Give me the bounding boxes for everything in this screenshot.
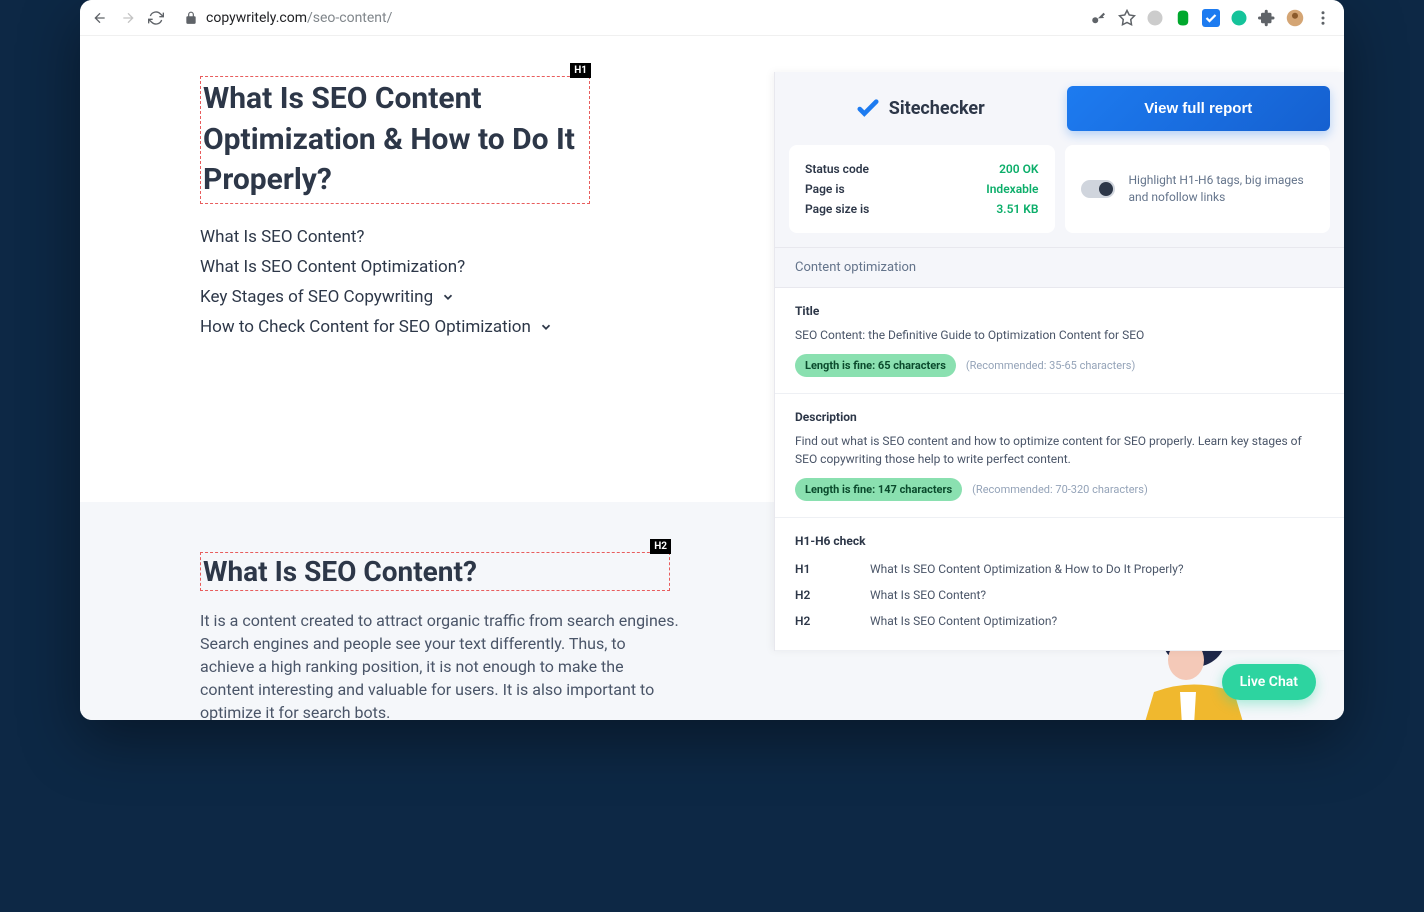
- url-bar[interactable]: copywritely.com/seo-content/: [176, 10, 1078, 26]
- lock-icon: [184, 11, 198, 25]
- highlight-toggle[interactable]: [1081, 180, 1115, 198]
- live-chat-button[interactable]: Live Chat: [1222, 664, 1316, 700]
- desc-length-badge: Length is fine: 147 characters: [795, 478, 962, 501]
- menu-icon[interactable]: [1314, 9, 1332, 27]
- status-value: Indexable: [986, 182, 1038, 196]
- forward-icon[interactable]: [120, 10, 136, 26]
- key-icon[interactable]: [1090, 9, 1108, 27]
- grammarly-icon[interactable]: [1230, 9, 1248, 27]
- star-icon[interactable]: [1118, 9, 1136, 27]
- status-label: Page size is: [805, 202, 869, 216]
- heading-row: H2What Is SEO Content Optimization?: [795, 608, 1324, 634]
- status-label: Status code: [805, 162, 869, 176]
- reload-icon[interactable]: [148, 10, 164, 26]
- headings-check-section: H1-H6 check H1What Is SEO Content Optimi…: [775, 518, 1344, 651]
- title-check-label: Title: [795, 304, 1324, 318]
- heading-row: H2What Is SEO Content?: [795, 582, 1324, 608]
- h2-badge: H2: [650, 539, 671, 554]
- sitechecker-logo-icon: [857, 98, 879, 120]
- status-card: Status code 200 OK Page is Indexable Page …: [789, 145, 1055, 233]
- browser-window: copywritely.com/seo-content/ H1 What Is …: [80, 0, 1344, 720]
- description-check-section: Description Find out what is SEO content…: [775, 394, 1344, 518]
- title-length-badge: Length is fine: 65 characters: [795, 354, 956, 377]
- content-optimization-header: Content optimization: [775, 247, 1344, 288]
- evernote-icon[interactable]: [1174, 9, 1192, 27]
- page-h1: What Is SEO Content Optimization & How t…: [203, 79, 587, 201]
- back-icon[interactable]: [92, 10, 108, 26]
- view-full-report-button[interactable]: View full report: [1067, 86, 1331, 131]
- status-value: 3.51 KB: [996, 202, 1038, 216]
- title-recommendation: (Recommended: 35-65 characters): [966, 359, 1135, 372]
- url-text: copywritely.com/seo-content/: [206, 10, 392, 26]
- title-check-value: SEO Content: the Definitive Guide to Opt…: [795, 326, 1324, 344]
- sitechecker-panel: Sitechecker View full report Status code…: [774, 72, 1344, 651]
- h2-highlight-box: H2 What Is SEO Content?: [200, 552, 670, 591]
- status-value: 200 OK: [999, 162, 1038, 176]
- chevron-down-icon: [539, 320, 553, 334]
- avatar-icon[interactable]: [1286, 9, 1304, 27]
- extensions-icon[interactable]: [1258, 9, 1276, 27]
- page-h2: What Is SEO Content?: [203, 555, 667, 588]
- desc-check-label: Description: [795, 410, 1324, 424]
- browser-toolbar: copywritely.com/seo-content/: [80, 0, 1344, 36]
- title-check-section: Title SEO Content: the Definitive Guide …: [775, 288, 1344, 394]
- toolbar-icons: [1090, 9, 1332, 27]
- chevron-down-icon: [441, 290, 455, 304]
- heading-row: H1What Is SEO Content Optimization & How…: [795, 556, 1324, 582]
- desc-check-value: Find out what is SEO content and how to …: [795, 432, 1324, 468]
- brand-area: Sitechecker: [789, 86, 1053, 131]
- sitechecker-ext-icon[interactable]: [1202, 9, 1220, 27]
- highlight-toggle-card: Highlight H1-H6 tags, big images and nof…: [1065, 145, 1331, 233]
- h1-highlight-box: H1 What Is SEO Content Optimization & Ho…: [200, 76, 590, 204]
- status-label: Page is: [805, 182, 845, 196]
- toggle-label: Highlight H1-H6 tags, big images and nof…: [1129, 172, 1315, 206]
- desc-recommendation: (Recommended: 70-320 characters): [972, 483, 1148, 496]
- ext-icon-1[interactable]: [1146, 9, 1164, 27]
- headings-check-label: H1-H6 check: [795, 534, 1324, 548]
- section-body-text: It is a content created to attract organ…: [200, 609, 680, 721]
- h1-badge: H1: [570, 63, 591, 78]
- brand-name: Sitechecker: [889, 98, 985, 119]
